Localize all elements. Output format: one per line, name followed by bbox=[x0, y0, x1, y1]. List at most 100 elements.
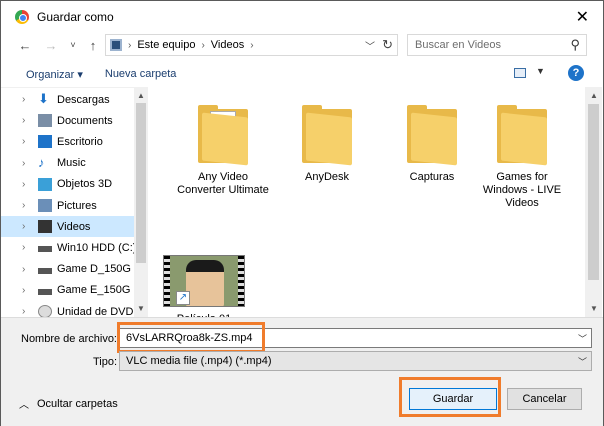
folder-item[interactable]: Games for Windows - LIVE Videos bbox=[474, 105, 570, 210]
cancel-button[interactable]: Cancelar bbox=[507, 388, 582, 410]
back-button[interactable]: ← bbox=[15, 38, 35, 53]
close-icon[interactable]: ✕ bbox=[576, 7, 589, 27]
pictures-icon bbox=[38, 199, 52, 212]
chevron-down-icon[interactable]: ▼ bbox=[536, 66, 545, 76]
tree-item-label: Escritorio bbox=[57, 135, 103, 148]
chevron-down-icon[interactable]: ﹀ bbox=[365, 38, 375, 53]
tree-item[interactable]: › Game E_150G (E: bbox=[1, 280, 135, 301]
tree-item[interactable]: › Documents bbox=[1, 110, 134, 131]
chevron-right-icon[interactable]: › bbox=[22, 221, 25, 232]
tree-item[interactable]: › Win10 HDD (C:) bbox=[1, 237, 135, 258]
tree-item-label: Unidad de DVD R bbox=[57, 305, 135, 318]
save-highlight bbox=[399, 377, 501, 417]
save-form: Nombre de archivo: 6VsLARRQroa8k-ZS.mp4 … bbox=[1, 317, 603, 426]
file-name: Games for Windows - LIVE Videos bbox=[482, 171, 562, 209]
window-title: Guardar como bbox=[37, 9, 114, 24]
tree-item-label: Descargas bbox=[57, 93, 110, 106]
tree-item-label: Objetos 3D bbox=[57, 178, 113, 191]
tree-item-label: Win10 HDD (C:) bbox=[57, 241, 135, 254]
file-list: Any Video Converter Ultimate AnyDesk Captu… bbox=[148, 87, 585, 317]
tree-item-label: Music bbox=[57, 157, 86, 170]
scroll-up-icon[interactable]: ▲ bbox=[590, 91, 598, 100]
video-file-item[interactable]: ↗Película 01 bbox=[156, 255, 252, 317]
tree-item-label: Videos bbox=[57, 220, 91, 233]
folder-icon bbox=[196, 105, 250, 166]
tree-item-label: Game D_150G (D bbox=[57, 263, 135, 276]
tree-item-label: Pictures bbox=[57, 199, 97, 212]
tree-item[interactable]: › Objetos 3D bbox=[1, 174, 134, 195]
folder-item[interactable]: Capturas bbox=[384, 105, 480, 184]
save-as-dialog: Guardar como ✕ ← → ˅ ↑ › Este equipo › V… bbox=[0, 0, 604, 426]
scroll-down-icon[interactable]: ▼ bbox=[137, 304, 145, 313]
drive-icon bbox=[38, 267, 52, 274]
chevron-down-icon[interactable]: ﹀ bbox=[578, 355, 587, 368]
tree-item[interactable]: › Game D_150G (D bbox=[1, 259, 135, 280]
folder-icon bbox=[495, 105, 549, 166]
folder-icon bbox=[405, 105, 459, 166]
organize-button[interactable]: Organizar ▾ bbox=[26, 68, 83, 81]
breadcrumb-this-pc[interactable]: Este equipo bbox=[137, 39, 195, 51]
chrome-icon bbox=[15, 9, 29, 24]
file-list-scrollbar[interactable]: ▲ ▼ bbox=[585, 87, 602, 317]
file-name: AnyDesk bbox=[304, 171, 350, 183]
folder-item[interactable]: AnyDesk bbox=[279, 105, 375, 184]
chevron-right-icon[interactable]: › bbox=[22, 94, 25, 105]
scroll-up-icon[interactable]: ▲ bbox=[137, 91, 145, 100]
file-type-select[interactable]: VLC media file (.mp4) (*.mp4) ﹀ bbox=[119, 351, 592, 371]
help-icon[interactable]: ? bbox=[568, 65, 584, 81]
command-bar: Organizar ▾ Nueva carpeta ▼ ? bbox=[1, 63, 603, 85]
file-name: Any Video Converter Ultimate bbox=[177, 171, 269, 196]
view-options-icon[interactable] bbox=[514, 68, 526, 78]
cube-icon bbox=[38, 177, 52, 191]
desktop-icon bbox=[38, 135, 52, 149]
chevron-down-icon[interactable]: ﹀ bbox=[578, 332, 587, 345]
filename-highlight bbox=[117, 322, 265, 353]
chevron-right-icon[interactable]: › bbox=[22, 264, 25, 275]
breadcrumb-separator: › bbox=[128, 39, 132, 51]
tree-item[interactable]: › Pictures bbox=[1, 195, 134, 216]
scrollbar-thumb[interactable] bbox=[136, 103, 146, 263]
drive-icon bbox=[38, 288, 52, 295]
file-name: Capturas bbox=[409, 171, 455, 183]
refresh-icon[interactable]: ↻ bbox=[382, 37, 393, 53]
file-type-label: Tipo: bbox=[92, 356, 117, 368]
windows-drive-icon bbox=[38, 246, 52, 253]
hide-folders-label: Ocultar carpetas bbox=[37, 397, 118, 410]
forward-button[interactable]: → bbox=[41, 38, 61, 53]
chevron-right-icon[interactable]: › bbox=[22, 179, 25, 190]
tree-item[interactable]: › Escritorio bbox=[1, 131, 134, 152]
navigation-bar: ← → ˅ ↑ › Este equipo › Videos › ﹀ ↻ Bus… bbox=[1, 32, 603, 58]
folder-item[interactable]: Any Video Converter Ultimate bbox=[175, 105, 271, 197]
chevron-right-icon[interactable]: › bbox=[22, 285, 25, 296]
chevron-right-icon[interactable]: › bbox=[22, 306, 25, 317]
computer-icon bbox=[110, 39, 122, 51]
scroll-down-icon[interactable]: ▼ bbox=[590, 304, 598, 313]
navigation-pane-scrollbar[interactable]: ▲ ▼ bbox=[134, 87, 148, 317]
chevron-right-icon[interactable]: › bbox=[22, 136, 25, 147]
new-folder-button[interactable]: Nueva carpeta bbox=[105, 68, 177, 80]
up-button[interactable]: ↑ bbox=[83, 38, 103, 53]
search-input[interactable]: Buscar en Videos ⚲ bbox=[407, 34, 587, 56]
tree-item[interactable]: › Videos bbox=[1, 216, 134, 238]
title-bar: Guardar como ✕ bbox=[1, 1, 603, 32]
tree-item[interactable]: › ⬇ Descargas bbox=[1, 89, 134, 110]
filename-label: Nombre de archivo: bbox=[21, 333, 117, 345]
chevron-right-icon[interactable]: › bbox=[22, 158, 25, 169]
chevron-right-icon[interactable]: › bbox=[22, 200, 25, 211]
folder-icon bbox=[300, 105, 354, 166]
breadcrumb-videos[interactable]: Videos bbox=[211, 39, 244, 51]
hide-folders-toggle[interactable]: ︿ Ocultar carpetas bbox=[19, 396, 118, 412]
tree-item-label: Game E_150G (E: bbox=[57, 284, 135, 297]
chevron-right-icon[interactable]: › bbox=[22, 115, 25, 126]
search-icon: ⚲ bbox=[570, 37, 580, 52]
breadcrumb-separator: › bbox=[250, 39, 254, 51]
search-placeholder: Buscar en Videos bbox=[415, 39, 502, 51]
tree-item[interactable]: › ♪ Music bbox=[1, 153, 134, 174]
chevron-right-icon[interactable]: › bbox=[22, 242, 25, 253]
scrollbar-thumb[interactable] bbox=[588, 104, 599, 280]
address-bar[interactable]: › Este equipo › Videos › ﹀ ↻ bbox=[105, 34, 398, 56]
documents-icon bbox=[38, 114, 52, 128]
recent-locations-button[interactable]: ˅ bbox=[63, 40, 83, 50]
navigation-pane: › ⬇ Descargas › Documents › Escritorio › ♪ Music ›… bbox=[1, 87, 148, 318]
chevron-up-icon: ︿ bbox=[19, 400, 29, 411]
